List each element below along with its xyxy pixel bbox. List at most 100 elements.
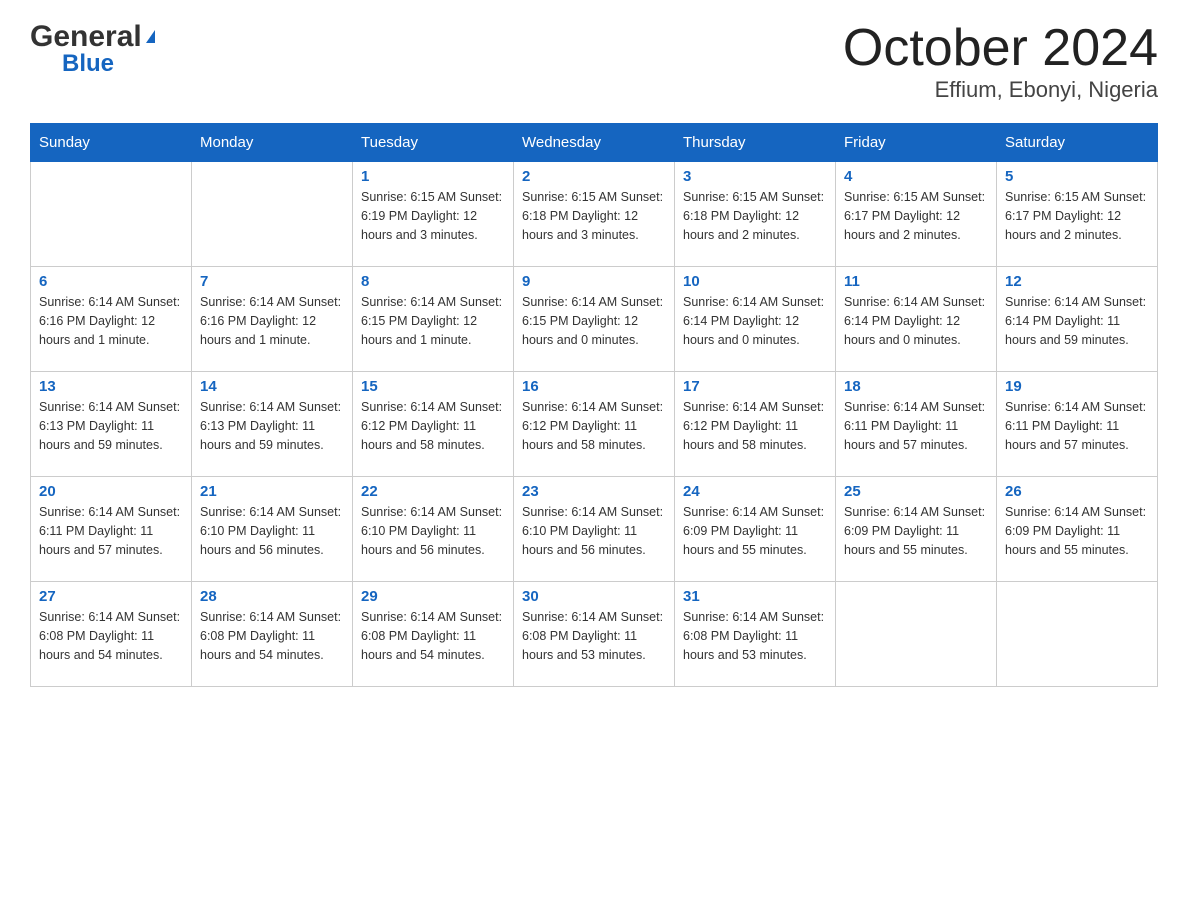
calendar-cell-w2-d6: 11Sunrise: 6:14 AM Sunset: 6:14 PM Dayli…: [836, 267, 997, 372]
day-number: 16: [522, 378, 666, 395]
day-info: Sunrise: 6:14 AM Sunset: 6:10 PM Dayligh…: [522, 503, 666, 559]
calendar-cell-w2-d4: 9 Sunrise: 6:14 AM Sunset: 6:15 PM Daylig…: [514, 267, 675, 372]
day-info: Sunrise: 6:14 AM Sunset: 6:13 PM Dayligh…: [200, 398, 344, 454]
day-info: Sunrise: 6:14 AM Sunset: 6:14 PM Dayligh…: [683, 293, 827, 349]
day-number: 22: [361, 483, 505, 500]
day-info: Sunrise: 6:14 AM Sunset: 6:08 PM Dayligh…: [683, 608, 827, 664]
day-info: Sunrise: 6:14 AM Sunset: 6:09 PM Dayligh…: [1005, 503, 1149, 559]
calendar-cell-w2-d7: 12Sunrise: 6:14 AM Sunset: 6:14 PM Dayli…: [997, 267, 1158, 372]
week-row-1: 1Sunrise: 6:15 AM Sunset: 6:19 PM Daylig…: [31, 162, 1158, 267]
day-number: 4: [844, 168, 988, 185]
day-number: 26: [1005, 483, 1149, 500]
day-number: 30: [522, 588, 666, 605]
day-info: Sunrise: 6:15 AM Sunset: 6:18 PM Dayligh…: [522, 188, 666, 244]
calendar-cell-w5-d5: 31 Sunrise: 6:14 AM Sunset: 6:08 PM Dayli…: [675, 582, 836, 687]
col-friday: Friday: [836, 124, 997, 162]
calendar-cell-w3-d3: 15 Sunrise: 6:14 AM Sunset: 6:12 PM Dayli…: [353, 372, 514, 477]
calendar-cell-w1-d3: 1Sunrise: 6:15 AM Sunset: 6:19 PM Daylig…: [353, 162, 514, 267]
day-number: 15: [361, 378, 505, 395]
col-sunday: Sunday: [31, 124, 192, 162]
calendar-cell-w3-d6: 18 Sunrise: 6:14 AM Sunset: 6:11 PM Dayli…: [836, 372, 997, 477]
day-info: Sunrise: 6:14 AM Sunset: 6:16 PM Dayligh…: [200, 293, 344, 349]
day-info: Sunrise: 6:14 AM Sunset: 6:10 PM Dayligh…: [361, 503, 505, 559]
day-number: 11: [844, 273, 988, 290]
calendar-cell-w3-d7: 19 Sunrise: 6:14 AM Sunset: 6:11 PM Dayli…: [997, 372, 1158, 477]
day-number: 31: [683, 588, 827, 605]
calendar-header-row: Sunday Monday Tuesday Wednesday Thursday…: [31, 124, 1158, 162]
day-info: Sunrise: 6:14 AM Sunset: 6:14 PM Dayligh…: [1005, 293, 1149, 349]
day-number: 21: [200, 483, 344, 500]
day-info: Sunrise: 6:14 AM Sunset: 6:09 PM Dayligh…: [683, 503, 827, 559]
day-number: 3: [683, 168, 827, 185]
day-info: Sunrise: 6:14 AM Sunset: 6:08 PM Dayligh…: [361, 608, 505, 664]
day-number: 20: [39, 483, 183, 500]
day-number: 19: [1005, 378, 1149, 395]
calendar-cell-w3-d1: 13 Sunrise: 6:14 AM Sunset: 6:13 PM Dayli…: [31, 372, 192, 477]
calendar-table: Sunday Monday Tuesday Wednesday Thursday…: [30, 123, 1158, 687]
day-number: 7: [200, 273, 344, 290]
day-number: 18: [844, 378, 988, 395]
calendar-cell-w1-d6: 4 Sunrise: 6:15 AM Sunset: 6:17 PM Daylig…: [836, 162, 997, 267]
calendar-cell-w2-d2: 7 Sunrise: 6:14 AM Sunset: 6:16 PM Daylig…: [192, 267, 353, 372]
day-number: 25: [844, 483, 988, 500]
week-row-5: 27 Sunrise: 6:14 AM Sunset: 6:08 PM Dayli…: [31, 582, 1158, 687]
day-number: 17: [683, 378, 827, 395]
day-info: Sunrise: 6:14 AM Sunset: 6:08 PM Dayligh…: [39, 608, 183, 664]
calendar-cell-w5-d2: 28Sunrise: 6:14 AM Sunset: 6:08 PM Dayli…: [192, 582, 353, 687]
day-number: 9: [522, 273, 666, 290]
day-info: Sunrise: 6:14 AM Sunset: 6:13 PM Dayligh…: [39, 398, 183, 454]
calendar-cell-w4-d2: 21 Sunrise: 6:14 AM Sunset: 6:10 PM Dayli…: [192, 477, 353, 582]
day-number: 6: [39, 273, 183, 290]
calendar-cell-w5-d6: [836, 582, 997, 687]
calendar-cell-w3-d5: 17 Sunrise: 6:14 AM Sunset: 6:12 PM Dayli…: [675, 372, 836, 477]
calendar-cell-w2-d3: 8 Sunrise: 6:14 AM Sunset: 6:15 PM Daylig…: [353, 267, 514, 372]
day-number: 10: [683, 273, 827, 290]
calendar-cell-w4-d1: 20Sunrise: 6:14 AM Sunset: 6:11 PM Dayli…: [31, 477, 192, 582]
logo-triangle-icon: [146, 30, 155, 43]
day-number: 23: [522, 483, 666, 500]
calendar-cell-w1-d4: 2 Sunrise: 6:15 AM Sunset: 6:18 PM Daylig…: [514, 162, 675, 267]
calendar-cell-w3-d4: 16 Sunrise: 6:14 AM Sunset: 6:12 PM Dayli…: [514, 372, 675, 477]
calendar-cell-w4-d5: 24 Sunrise: 6:14 AM Sunset: 6:09 PM Dayli…: [675, 477, 836, 582]
calendar-cell-w1-d2: [192, 162, 353, 267]
day-number: 29: [361, 588, 505, 605]
col-wednesday: Wednesday: [514, 124, 675, 162]
calendar-cell-w4-d3: 22 Sunrise: 6:14 AM Sunset: 6:10 PM Dayli…: [353, 477, 514, 582]
day-info: Sunrise: 6:15 AM Sunset: 6:17 PM Dayligh…: [1005, 188, 1149, 244]
col-monday: Monday: [192, 124, 353, 162]
day-number: 27: [39, 588, 183, 605]
col-thursday: Thursday: [675, 124, 836, 162]
day-info: Sunrise: 6:15 AM Sunset: 6:17 PM Dayligh…: [844, 188, 988, 244]
calendar-cell-w5-d7: [997, 582, 1158, 687]
day-number: 8: [361, 273, 505, 290]
col-saturday: Saturday: [997, 124, 1158, 162]
day-info: Sunrise: 6:14 AM Sunset: 6:11 PM Dayligh…: [844, 398, 988, 454]
day-info: Sunrise: 6:14 AM Sunset: 6:12 PM Dayligh…: [361, 398, 505, 454]
day-info: Sunrise: 6:14 AM Sunset: 6:10 PM Dayligh…: [200, 503, 344, 559]
day-number: 14: [200, 378, 344, 395]
calendar-cell-w1-d1: [31, 162, 192, 267]
day-info: Sunrise: 6:14 AM Sunset: 6:12 PM Dayligh…: [683, 398, 827, 454]
day-number: 2: [522, 168, 666, 185]
day-info: Sunrise: 6:14 AM Sunset: 6:09 PM Dayligh…: [844, 503, 988, 559]
day-info: Sunrise: 6:14 AM Sunset: 6:15 PM Dayligh…: [522, 293, 666, 349]
calendar-cell-w1-d5: 3 Sunrise: 6:15 AM Sunset: 6:18 PM Daylig…: [675, 162, 836, 267]
day-info: Sunrise: 6:15 AM Sunset: 6:18 PM Dayligh…: [683, 188, 827, 244]
logo-blue-text: Blue: [62, 50, 114, 78]
month-title: October 2024: [843, 20, 1158, 77]
calendar-cell-w4-d6: 25 Sunrise: 6:14 AM Sunset: 6:09 PM Dayli…: [836, 477, 997, 582]
location-title: Effium, Ebonyi, Nigeria: [843, 77, 1158, 103]
day-info: Sunrise: 6:14 AM Sunset: 6:11 PM Dayligh…: [1005, 398, 1149, 454]
day-info: Sunrise: 6:14 AM Sunset: 6:08 PM Dayligh…: [200, 608, 344, 664]
logo: General Blue: [30, 20, 155, 78]
day-info: Sunrise: 6:14 AM Sunset: 6:08 PM Dayligh…: [522, 608, 666, 664]
day-info: Sunrise: 6:14 AM Sunset: 6:15 PM Dayligh…: [361, 293, 505, 349]
day-number: 24: [683, 483, 827, 500]
calendar-cell-w5-d1: 27 Sunrise: 6:14 AM Sunset: 6:08 PM Dayli…: [31, 582, 192, 687]
page-header: General Blue October 2024 Effium, Ebonyi…: [30, 20, 1158, 103]
day-info: Sunrise: 6:15 AM Sunset: 6:19 PM Dayligh…: [361, 188, 505, 244]
day-number: 13: [39, 378, 183, 395]
day-info: Sunrise: 6:14 AM Sunset: 6:12 PM Dayligh…: [522, 398, 666, 454]
calendar-cell-w5-d3: 29 Sunrise: 6:14 AM Sunset: 6:08 PM Dayli…: [353, 582, 514, 687]
week-row-3: 13 Sunrise: 6:14 AM Sunset: 6:13 PM Dayli…: [31, 372, 1158, 477]
